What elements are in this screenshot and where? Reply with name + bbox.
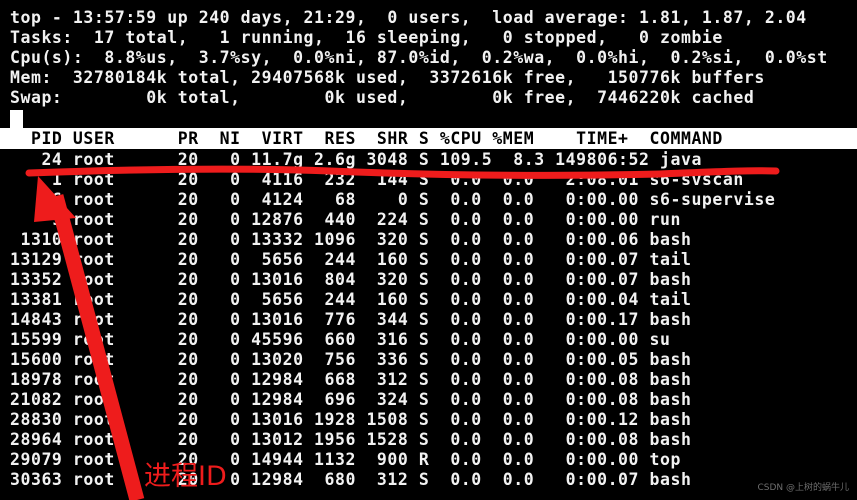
process-row: 24 root 20 0 11.7g 2.6g 3048 S 109.5 8.3… [10, 150, 702, 169]
process-table-header: PID USER PR NI VIRT RES SHR S %CPU %MEM … [0, 128, 857, 149]
process-row: 13129 root 20 0 5656 244 160 S 0.0 0.0 0… [10, 250, 692, 269]
process-row: 29079 root 20 0 14944 1132 900 R 0.0 0.0… [10, 450, 681, 469]
process-table-body: 24 root 20 0 11.7g 2.6g 3048 S 109.5 8.3… [10, 150, 857, 490]
process-row: 9 root 20 0 12876 440 224 S 0.0 0.0 0:00… [10, 210, 681, 229]
process-row: 30363 root 20 0 12984 680 312 S 0.0 0.0 … [10, 470, 692, 489]
process-row: 21082 root 20 0 12984 696 324 S 0.0 0.0 … [10, 390, 692, 409]
process-row: 15600 root 20 0 13020 756 336 S 0.0 0.0 … [10, 350, 692, 369]
process-row: 18978 root 20 0 12984 668 312 S 0.0 0.0 … [10, 370, 692, 389]
process-row: 14843 root 20 0 13016 776 344 S 0.0 0.0 … [10, 310, 692, 329]
top-uptime-line: top - 13:57:59 up 240 days, 21:29, 0 use… [10, 8, 807, 27]
terminal-cursor [10, 110, 23, 129]
top-tasks-line: Tasks: 17 total, 1 running, 16 sleeping,… [10, 28, 723, 47]
top-mem-line: Mem: 32780184k total, 29407568k used, 33… [10, 68, 765, 87]
process-table-header-text: PID USER PR NI VIRT RES SHR S %CPU %MEM … [10, 129, 723, 148]
process-row: 6 root 20 0 4124 68 0 S 0.0 0.0 0:00.00 … [10, 190, 776, 209]
process-row: 13352 root 20 0 13016 804 320 S 0.0 0.0 … [10, 270, 692, 289]
process-row: 28830 root 20 0 13016 1928 1508 S 0.0 0.… [10, 410, 692, 429]
process-row: 1310 root 20 0 13332 1096 320 S 0.0 0.0 … [10, 230, 692, 249]
process-row: 28964 root 20 0 13012 1956 1528 S 0.0 0.… [10, 430, 692, 449]
process-row: 13381 root 20 0 5656 244 160 S 0.0 0.0 0… [10, 290, 692, 309]
top-cpu-line: Cpu(s): 8.8%us, 3.7%sy, 0.0%ni, 87.0%id,… [10, 48, 828, 67]
terminal-screenshot: top - 13:57:59 up 240 days, 21:29, 0 use… [0, 0, 857, 500]
process-row: 15599 root 20 0 45596 660 316 S 0.0 0.0 … [10, 330, 671, 349]
top-swap-line: Swap: 0k total, 0k used, 0k free, 744622… [10, 88, 755, 107]
process-row: 1 root 20 0 4116 232 144 S 0.0 0.0 2:08.… [10, 170, 744, 189]
top-terminal[interactable]: top - 13:57:59 up 240 days, 21:29, 0 use… [0, 0, 857, 500]
